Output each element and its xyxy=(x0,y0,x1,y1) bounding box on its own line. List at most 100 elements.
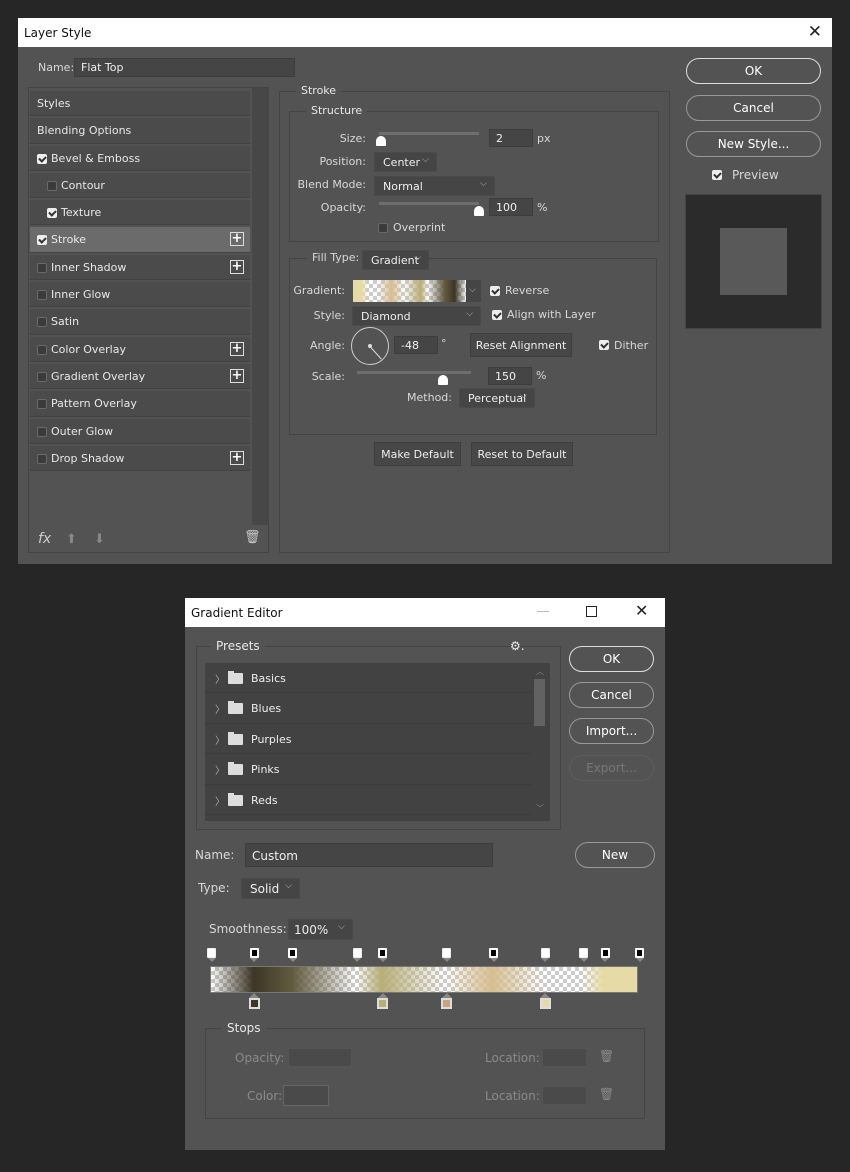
style-checkbox[interactable] xyxy=(37,399,47,410)
scale-input[interactable]: 150 xyxy=(488,367,532,385)
gradient-preview[interactable] xyxy=(353,280,466,302)
gradient-bar[interactable] xyxy=(210,966,638,993)
size-slider[interactable] xyxy=(379,132,479,135)
type-select[interactable]: Solid ⌵ xyxy=(241,878,300,899)
scroll-up-icon[interactable]: ︿ xyxy=(536,666,544,677)
color-stop[interactable] xyxy=(377,993,389,1011)
opacity-stop[interactable] xyxy=(442,948,452,962)
style-checkbox[interactable] xyxy=(37,344,47,355)
reset-to-default-button[interactable]: Reset to Default xyxy=(471,442,573,466)
style-checkbox[interactable] xyxy=(37,453,47,464)
style-checkbox[interactable] xyxy=(37,371,47,382)
chevron-right-icon[interactable]: 〉 xyxy=(215,732,225,747)
opacity-stop[interactable] xyxy=(489,948,499,962)
fx-icon[interactable]: fx xyxy=(38,531,51,547)
opacity-slider-thumb[interactable] xyxy=(474,206,484,216)
color-stop[interactable] xyxy=(441,993,453,1011)
name-input[interactable]: Flat Top xyxy=(74,58,295,77)
scale-slider-thumb[interactable] xyxy=(437,375,448,385)
gradient-cancel-button[interactable]: Cancel xyxy=(569,682,654,708)
ok-button[interactable]: OK xyxy=(686,58,821,84)
add-effect-icon[interactable]: + xyxy=(230,259,244,274)
style-item-drop-shadow[interactable]: Drop Shadow + xyxy=(30,445,250,472)
gradient-name-input[interactable]: Custom xyxy=(245,843,493,867)
presets-scrollbar[interactable] xyxy=(534,679,545,726)
make-default-button[interactable]: Make Default xyxy=(374,442,461,466)
style-item-color-overlay[interactable]: Color Overlay + xyxy=(30,336,250,362)
import-button[interactable]: Import... xyxy=(569,718,654,744)
size-slider-thumb[interactable] xyxy=(376,136,386,146)
style-item-inner-glow[interactable]: Inner Glow xyxy=(30,282,250,308)
opacity-stop[interactable] xyxy=(207,948,216,962)
chevron-right-icon[interactable]: 〉 xyxy=(215,793,225,808)
chevron-right-icon[interactable]: 〉 xyxy=(215,671,225,686)
style-item-inner-shadow[interactable]: Inner Shadow + xyxy=(30,254,250,281)
preset-folder[interactable]: 〉 Purples xyxy=(205,724,532,755)
color-stop[interactable] xyxy=(539,993,551,1011)
opacity-stop[interactable] xyxy=(352,948,362,962)
close-icon[interactable]: ✕ xyxy=(635,601,648,620)
gradient-dropdown[interactable]: ⌵ xyxy=(466,280,481,302)
fill-type-select[interactable]: Gradient ⌵ xyxy=(362,250,429,270)
opacity-stop[interactable] xyxy=(579,948,589,962)
style-checkbox[interactable] xyxy=(37,235,47,246)
style-item-gradient-overlay[interactable]: Gradient Overlay + xyxy=(30,363,250,390)
close-icon[interactable]: ✕ xyxy=(808,22,822,42)
gradient-ok-button[interactable]: OK xyxy=(569,646,654,672)
styles-list-scrollbar[interactable] xyxy=(252,88,268,525)
preset-folder[interactable]: 〉 Pinks xyxy=(205,754,532,785)
preset-folder[interactable]: 〉 Reds xyxy=(205,785,532,815)
chevron-right-icon[interactable]: 〉 xyxy=(215,762,225,777)
preset-folder[interactable]: 〉 Basics xyxy=(205,663,532,694)
style-checkbox[interactable] xyxy=(37,290,47,301)
blend-mode-select[interactable]: Normal ⌵ xyxy=(374,176,495,196)
opacity-input[interactable]: 100 xyxy=(489,198,533,216)
minimize-icon[interactable] xyxy=(537,611,549,612)
method-select[interactable]: Perceptual ⌵ xyxy=(459,388,535,408)
size-input[interactable]: 2 xyxy=(489,129,533,147)
preview-checkbox[interactable] xyxy=(712,170,722,180)
style-item-outer-glow[interactable]: Outer Glow xyxy=(30,418,250,444)
scale-slider[interactable] xyxy=(357,371,471,374)
opacity-stop[interactable] xyxy=(635,948,644,962)
scroll-down-icon[interactable]: ﹀ xyxy=(536,803,544,814)
style-checkbox[interactable] xyxy=(47,208,57,219)
chevron-right-icon[interactable]: 〉 xyxy=(215,701,225,716)
add-effect-icon[interactable]: + xyxy=(230,341,244,356)
style-item-blending-options[interactable]: Blending Options xyxy=(30,118,250,144)
add-effect-icon[interactable]: + xyxy=(230,450,244,465)
align-with-layer-checkbox[interactable] xyxy=(492,310,502,320)
reverse-checkbox[interactable] xyxy=(490,286,500,296)
opacity-slider[interactable] xyxy=(379,202,479,205)
smoothness-input[interactable]: 100% ⌵ xyxy=(288,919,353,940)
preset-folder[interactable]: 〉 Blues xyxy=(205,693,532,724)
cancel-button[interactable]: Cancel xyxy=(686,95,821,121)
dither-checkbox[interactable] xyxy=(599,340,609,350)
reset-alignment-button[interactable]: Reset Alignment xyxy=(470,333,572,357)
style-item-contour[interactable]: Contour xyxy=(30,172,250,199)
opacity-stop[interactable] xyxy=(288,948,298,962)
opacity-stop[interactable] xyxy=(378,948,388,962)
add-effect-icon[interactable]: + xyxy=(230,232,244,247)
style-item-stroke[interactable]: Stroke + xyxy=(30,227,250,253)
color-stop[interactable] xyxy=(248,993,260,1011)
add-effect-icon[interactable]: + xyxy=(230,368,244,383)
presets-gear-icon[interactable]: ⚙. xyxy=(510,639,525,653)
maximize-icon[interactable] xyxy=(586,606,597,617)
style-item-satin[interactable]: Satin xyxy=(30,309,250,335)
style-item-styles[interactable]: Styles xyxy=(30,91,250,117)
opacity-stop[interactable] xyxy=(249,948,259,962)
style-item-bevel-emboss[interactable]: Bevel & Emboss xyxy=(30,145,250,171)
style-item-pattern-overlay[interactable]: Pattern Overlay xyxy=(30,391,250,417)
opacity-stop[interactable] xyxy=(600,948,610,962)
style-checkbox[interactable] xyxy=(37,426,47,437)
style-select[interactable]: Diamond ⌵ xyxy=(352,306,481,326)
move-up-icon[interactable]: ⬆ xyxy=(66,532,77,547)
style-checkbox[interactable] xyxy=(37,262,47,273)
opacity-stop[interactable] xyxy=(540,948,550,962)
style-checkbox[interactable] xyxy=(37,153,47,164)
angle-dial[interactable] xyxy=(351,327,389,365)
overprint-checkbox[interactable] xyxy=(378,223,388,233)
trash-icon[interactable]: 🗑 xyxy=(244,530,261,545)
new-style-button[interactable]: New Style... xyxy=(686,131,821,157)
